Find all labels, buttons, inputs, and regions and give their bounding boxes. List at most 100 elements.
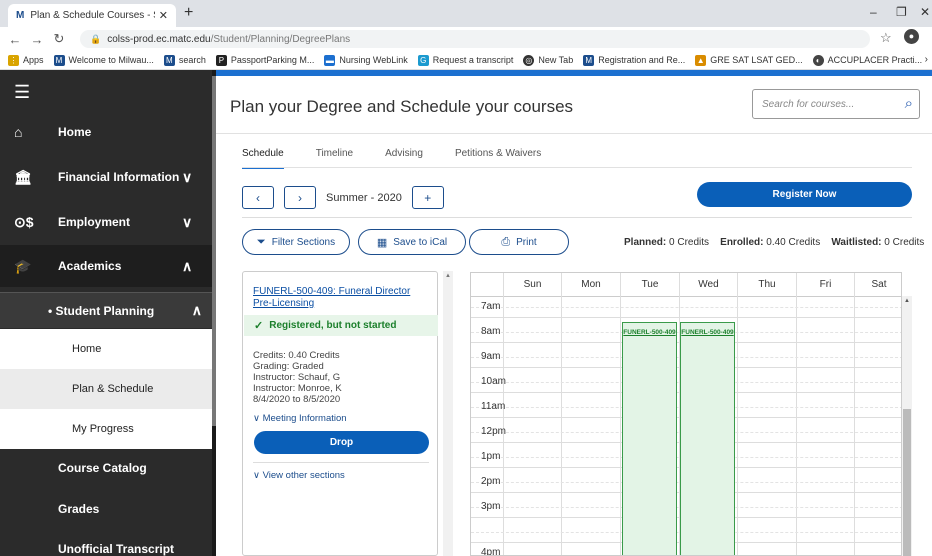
- sidebar-item-label: Employment: [58, 215, 131, 229]
- save-to-ical-button[interactable]: ▦ Save to iCal: [358, 229, 466, 255]
- term-label: Summer - 2020: [326, 191, 402, 204]
- sidebar-item-label: • Student Planning: [48, 303, 155, 318]
- restore-icon[interactable]: ❐: [896, 5, 907, 19]
- calendar-header: Sun Mon Tue Wed Thu Fri Sat: [471, 273, 901, 297]
- new-tab-icon[interactable]: +: [184, 4, 193, 22]
- bookmark-item[interactable]: P PassportParking M...: [215, 54, 314, 66]
- bookmark-label: New Tab: [538, 55, 574, 65]
- day-header-fri: Fri: [796, 273, 854, 297]
- day-header-sat: Sat: [854, 273, 901, 297]
- matc-favicon-icon: M: [16, 10, 25, 21]
- credits-summary: Planned: 0 Credits Enrolled: 0.40 Credit…: [624, 237, 924, 248]
- close-window-icon[interactable]: ✕: [920, 5, 930, 19]
- url-field[interactable]: 🔒 colss-prod.ec.matc.edu/Student/Plannin…: [80, 30, 870, 48]
- scroll-up-icon[interactable]: ▲: [445, 273, 451, 279]
- sidebar-item-academics[interactable]: 🎓 Academics ∧: [0, 245, 212, 287]
- bookmark-item[interactable]: G Request a transcript: [417, 54, 513, 66]
- plus-icon: +: [424, 190, 432, 205]
- button-label: Save to iCal: [393, 236, 448, 248]
- search-input[interactable]: Search for courses... ⌕: [752, 89, 920, 119]
- tab-bar: Schedule Timeline Advising Petitions & W…: [242, 148, 573, 169]
- calendar-scrollbar[interactable]: ▲: [902, 296, 912, 556]
- calendar-grid: 7am 8am 9am 10am 11am 12pm 1pm 2pm 3pm 4…: [471, 297, 901, 556]
- course-credits: Credits: 0.40 Credits: [253, 350, 340, 361]
- bookmark-item[interactable]: M Welcome to Milwau...: [53, 54, 154, 66]
- sidebar-item-label: Plan & Schedule: [72, 383, 154, 395]
- tab-schedule[interactable]: Schedule: [242, 148, 284, 169]
- forward-icon[interactable]: →: [28, 32, 46, 47]
- filter-sections-button[interactable]: ⏷ Filter Sections: [242, 229, 350, 255]
- calendar-event-wed[interactable]: FUNERL-500-409: [680, 322, 735, 555]
- bookmark-apps[interactable]: ⋮ Apps: [8, 54, 44, 66]
- calendar-event-tue[interactable]: FUNERL-500-409: [622, 322, 677, 555]
- hour-label: 4pm: [481, 547, 501, 556]
- hamburger-menu-icon[interactable]: ☰: [14, 82, 30, 103]
- sidebar-item-label: Unofficial Transcript: [58, 542, 175, 556]
- sidebar-item-employment[interactable]: ⊙$ Employment ∨: [0, 201, 212, 243]
- reload-icon[interactable]: ↻: [50, 31, 68, 47]
- tab-advising[interactable]: Advising: [385, 148, 423, 169]
- printer-icon: ⎙: [501, 235, 511, 248]
- course-dates: 8/4/2020 to 8/5/2020: [253, 394, 341, 405]
- day-header-wed: Wed: [679, 273, 737, 297]
- course-title-link[interactable]: FUNERL-500-409: Funeral Director Pre-Lic…: [253, 286, 429, 310]
- bookmark-item[interactable]: ▲ GRE SAT LSAT GED...: [695, 54, 803, 66]
- sidebar-item-home[interactable]: ⌂ Home: [0, 111, 212, 153]
- scrollbar-thumb[interactable]: [903, 409, 911, 556]
- bookmark-label: Nursing WebLink: [339, 55, 408, 65]
- bookmark-item[interactable]: ▬ Nursing WebLink: [324, 54, 408, 66]
- browser-tab[interactable]: M Plan & Schedule Courses - Self-S ✕: [8, 4, 176, 27]
- close-tab-icon[interactable]: ✕: [159, 9, 168, 22]
- sidebar-item-label: Academics: [58, 259, 122, 273]
- divider: [253, 462, 429, 463]
- sidebar-item-grades[interactable]: Grades: [0, 488, 212, 530]
- tab-timeline[interactable]: Timeline: [316, 148, 353, 169]
- minimize-icon[interactable]: –: [870, 5, 877, 19]
- course-instructor: Instructor: Monroe, K: [253, 383, 342, 394]
- next-term-button[interactable]: ›: [284, 186, 316, 209]
- day-header-thu: Thu: [737, 273, 796, 297]
- calendar-icon: ▦: [376, 236, 388, 249]
- bookmark-label: GRE SAT LSAT GED...: [710, 55, 803, 65]
- sidebar-item-unofficial-transcript[interactable]: Unofficial Transcript: [0, 528, 212, 556]
- more-bookmarks-icon[interactable]: ›: [925, 54, 928, 65]
- sidebar-item-financial[interactable]: 🏛 Financial Information ∨: [0, 156, 212, 198]
- waitlisted-value: 0 Credits: [884, 237, 925, 248]
- search-icon[interactable]: ⌕: [905, 95, 913, 112]
- bookmark-item[interactable]: ◐ ACCUPLACER Practi...: [812, 54, 922, 66]
- sidebar-item-label: Home: [58, 125, 92, 139]
- register-now-button[interactable]: Register Now: [697, 182, 912, 207]
- back-icon[interactable]: ←: [6, 32, 24, 47]
- enrolled-value: 0.40 Credits: [766, 237, 821, 248]
- scroll-up-icon[interactable]: ▲: [904, 298, 910, 304]
- sidebar-subitem-my-progress[interactable]: My Progress: [0, 409, 212, 449]
- waitlisted-label: Waitlisted:: [831, 237, 882, 248]
- print-button[interactable]: ⎙ Print: [469, 229, 569, 255]
- bookmark-star-icon[interactable]: ☆: [880, 30, 892, 46]
- event-label: FUNERL-500-409: [681, 329, 734, 336]
- divider: [242, 167, 912, 168]
- meeting-information-toggle[interactable]: ∨ Meeting Information: [253, 413, 347, 424]
- graduation-cap-icon: 🎓: [14, 257, 32, 274]
- bookmark-label: Registration and Re...: [598, 55, 686, 65]
- bookmark-item[interactable]: Msearch: [163, 54, 206, 66]
- bookmark-item[interactable]: ◎ New Tab: [523, 54, 574, 66]
- sidebar-item-course-catalog[interactable]: Course Catalog: [0, 447, 212, 489]
- course-list-scrollbar[interactable]: ▲: [443, 271, 453, 556]
- money-icon: ⊙$: [14, 213, 34, 230]
- drop-button[interactable]: Drop: [254, 431, 429, 454]
- term-navigation: ‹ › Summer - 2020 +: [242, 186, 454, 209]
- profile-avatar-icon[interactable]: ●: [904, 29, 919, 44]
- bookmark-item[interactable]: M Registration and Re...: [583, 54, 686, 66]
- sidebar-subitem-plan-schedule[interactable]: Plan & Schedule: [0, 369, 212, 409]
- add-term-button[interactable]: +: [411, 186, 444, 209]
- view-other-sections-toggle[interactable]: ∨ View other sections: [253, 470, 345, 481]
- chevron-down-icon: ∨: [182, 213, 193, 230]
- hour-label: 9am: [481, 351, 501, 362]
- browser-tab-bar: M Plan & Schedule Courses - Self-S ✕ + –…: [0, 0, 932, 27]
- tab-petitions-waivers[interactable]: Petitions & Waivers: [455, 148, 541, 169]
- day-header-tue: Tue: [620, 273, 679, 297]
- sidebar-subitem-home[interactable]: Home: [0, 329, 212, 369]
- sidebar-item-student-planning[interactable]: • Student Planning ∧: [0, 292, 212, 328]
- previous-term-button[interactable]: ‹: [242, 186, 274, 209]
